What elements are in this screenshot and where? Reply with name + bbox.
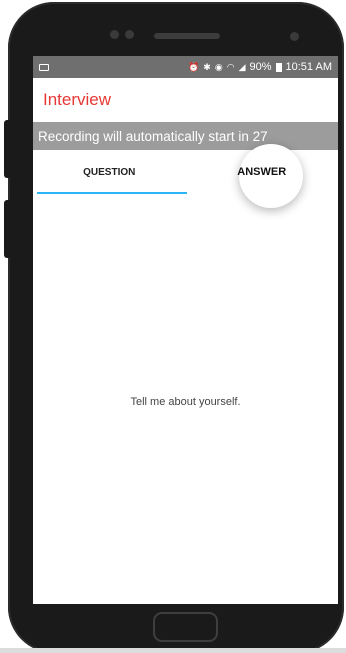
screen: ⏰ ✱ ◉ ◠ ◢ 90% 10:51 AM Interview Recordi…	[33, 56, 338, 604]
sensor-dots	[110, 30, 134, 39]
mute-icon: ◉	[214, 61, 223, 72]
countdown-text: Recording will automatically start in 27	[38, 128, 268, 144]
signal-icon: ◢	[238, 61, 246, 72]
battery-icon	[275, 62, 282, 72]
tab-selected-indicator	[37, 192, 187, 194]
tab-question-label: QUESTION	[83, 166, 136, 178]
tab-answer-label: ANSWER	[237, 166, 287, 178]
front-camera	[290, 32, 299, 41]
bottom-strip	[0, 648, 346, 653]
tab-question[interactable]: QUESTION	[33, 150, 186, 194]
earpiece-speaker	[154, 33, 220, 39]
battery-percent: 90%	[249, 61, 272, 73]
gallery-notification-icon	[39, 63, 49, 71]
status-bar: ⏰ ✱ ◉ ◠ ◢ 90% 10:51 AM	[33, 56, 338, 78]
volume-up-button[interactable]	[4, 120, 12, 178]
question-text: Tell me about yourself.	[130, 396, 241, 408]
bluetooth-icon: ✱	[203, 61, 211, 72]
clock: 10:51 AM	[285, 61, 332, 73]
recording-countdown-banner: Recording will automatically start in 27	[33, 122, 338, 150]
app-bar: Interview	[33, 78, 338, 122]
alarm-icon: ⏰	[188, 61, 200, 72]
app-title: Interview	[43, 90, 112, 109]
home-button[interactable]	[153, 612, 218, 642]
wifi-icon: ◠	[226, 61, 235, 72]
tab-bar: QUESTION ANSWER	[33, 144, 338, 208]
volume-down-button[interactable]	[4, 200, 12, 258]
